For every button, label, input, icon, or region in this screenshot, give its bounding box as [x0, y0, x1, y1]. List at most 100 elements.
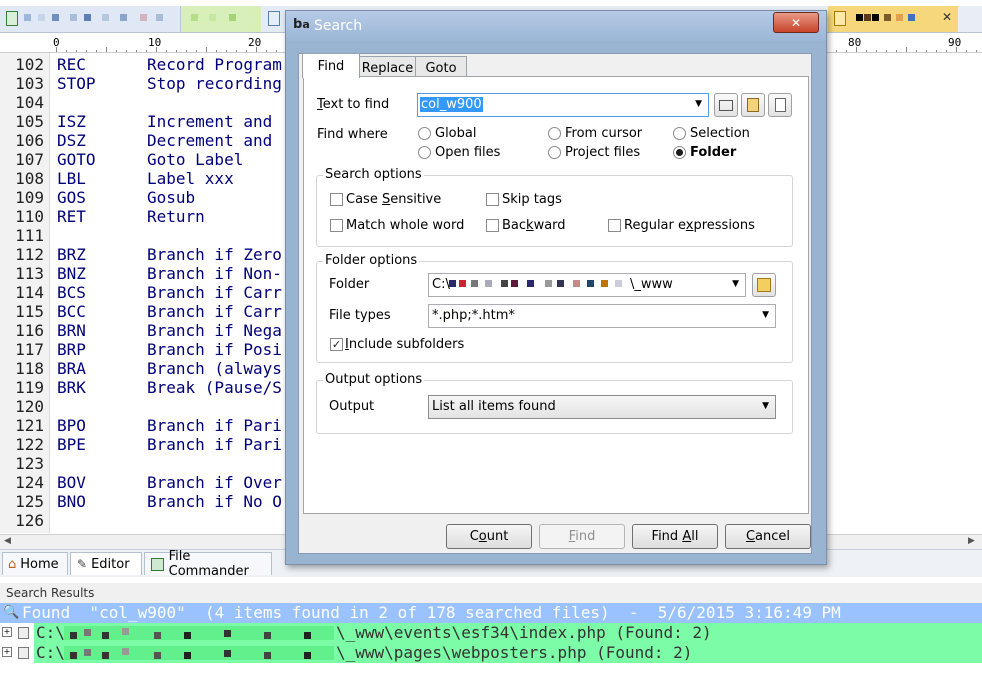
- radio-global[interactable]: [418, 127, 431, 140]
- line-number: 120: [15, 397, 44, 416]
- ruler-tick: [886, 50, 887, 52]
- search-results-summary-row[interactable]: 🔍 Found "col_w900" (4 items found in 2 o…: [0, 603, 982, 623]
- folder-label: Folder: [329, 277, 370, 292]
- document-tab[interactable]: [262, 6, 286, 32]
- document-tab[interactable]: [0, 6, 181, 32]
- radio-global-label[interactable]: Global: [435, 126, 476, 141]
- regular-expressions-label[interactable]: Regular expressions: [624, 218, 755, 233]
- ruler-tick: [146, 50, 147, 52]
- backward-label[interactable]: Backward: [502, 218, 566, 233]
- backward-checkbox[interactable]: [486, 219, 499, 232]
- close-tab-icon[interactable]: ✕: [942, 10, 952, 24]
- close-button[interactable]: ✕: [773, 12, 819, 33]
- tab-replace-label: Replace: [361, 60, 414, 76]
- redacted-folder-path: [449, 280, 629, 290]
- scroll-left-icon[interactable]: ◀: [4, 536, 11, 546]
- code-description: Branch if Pari: [147, 416, 282, 435]
- find-all-button[interactable]: Find All: [632, 524, 718, 549]
- radio-selection-label[interactable]: Selection: [690, 126, 750, 141]
- code-mnemonic: BRN: [57, 321, 86, 340]
- radio-open-files[interactable]: [418, 146, 431, 159]
- clipboard-icon: [747, 98, 759, 112]
- file-types-input[interactable]: *.php;*.htm* ▼: [428, 304, 776, 328]
- tab-home[interactable]: ⌂ Home: [2, 552, 68, 575]
- close-icon: ✕: [790, 15, 802, 30]
- folder-input[interactable]: C:\ \_www ▼: [428, 273, 746, 297]
- skip-tags-checkbox[interactable]: [486, 193, 499, 206]
- tab-home-label: Home: [20, 556, 59, 572]
- radio-selection[interactable]: [673, 127, 686, 140]
- line-number: 115: [15, 302, 44, 321]
- search-result-row[interactable]: + C:\ \_www\pages\webposters.php (Found:…: [0, 643, 982, 663]
- ruler-number: 10: [148, 36, 162, 49]
- search-summary: Found "col_w900" (4 items found in 2 of …: [22, 603, 841, 622]
- line-number: 106: [15, 131, 44, 150]
- code-mnemonic: BOV: [57, 473, 86, 492]
- document-tab-active[interactable]: ✕: [828, 6, 958, 32]
- cancel-button[interactable]: Cancel: [725, 524, 811, 549]
- include-subfolders-label[interactable]: Include subfolders: [345, 337, 464, 352]
- radio-from-cursor[interactable]: [548, 127, 561, 140]
- scroll-right-icon[interactable]: ▶: [968, 536, 975, 546]
- skip-tags-label[interactable]: Skip tags: [502, 192, 562, 207]
- tab-file-commander[interactable]: File Commander: [144, 549, 272, 579]
- ruler-tick: [276, 50, 277, 52]
- case-sensitive-checkbox[interactable]: [330, 193, 343, 206]
- ruler-tick: [196, 50, 197, 52]
- code-description: Label xxx: [147, 169, 234, 188]
- text-to-find-input[interactable]: col_w900 ▼: [417, 93, 709, 117]
- ruler-tick: [266, 50, 267, 52]
- insert-button[interactable]: [741, 93, 765, 117]
- page-icon: [774, 98, 786, 112]
- ruler-tick: [66, 50, 67, 52]
- radio-folder-label[interactable]: Folder: [690, 145, 736, 160]
- line-number: 108: [15, 169, 44, 188]
- editor-icon: ✎: [77, 557, 88, 571]
- match-whole-word-label[interactable]: Match whole word: [346, 218, 464, 233]
- dialog-body: Find Replace Goto Text to find col_w900 …: [298, 53, 812, 554]
- chevron-down-icon[interactable]: ▼: [732, 279, 739, 289]
- code-mnemonic: BRA: [57, 359, 86, 378]
- expand-icon[interactable]: +: [2, 647, 12, 657]
- code-description: Increment and: [147, 112, 273, 131]
- case-sensitive-label[interactable]: Case Sensitive: [346, 192, 441, 207]
- redacted-path: [64, 646, 334, 660]
- file-icon: [18, 647, 29, 659]
- ruler-tick: [956, 47, 957, 52]
- chevron-down-icon[interactable]: ▼: [695, 99, 702, 109]
- tab-file-commander-label: File Commander: [168, 549, 249, 579]
- tab-find-label: Find: [317, 58, 345, 74]
- radio-folder[interactable]: [673, 146, 686, 159]
- code-mnemonic: BRK: [57, 378, 86, 397]
- dialog-title-bar[interactable]: ba Search ✕: [286, 11, 826, 41]
- tab-editor[interactable]: ✎ Editor: [70, 552, 142, 575]
- document-tab[interactable]: [181, 6, 261, 32]
- tab-find[interactable]: Find: [302, 53, 360, 78]
- regular-expressions-checkbox[interactable]: [608, 219, 621, 232]
- text-to-find-label: Text to find: [317, 97, 390, 112]
- radio-project-files[interactable]: [548, 146, 561, 159]
- output-select[interactable]: List all items found ▼: [428, 395, 776, 419]
- search-results-title-bar: Search Results: [0, 583, 982, 603]
- expand-icon[interactable]: +: [2, 627, 12, 637]
- output-value: List all items found: [432, 399, 556, 414]
- find-button[interactable]: Find: [539, 524, 625, 549]
- match-whole-word-checkbox[interactable]: [330, 219, 343, 232]
- ruler-tick: [916, 50, 917, 52]
- line-number: 126: [15, 511, 44, 530]
- chevron-down-icon[interactable]: ▼: [762, 401, 769, 411]
- history-button[interactable]: [714, 93, 738, 117]
- browse-folder-button[interactable]: [752, 273, 776, 297]
- search-result-row[interactable]: + C:\ \_www\events\esf34\index.php (Foun…: [0, 623, 982, 643]
- include-subfolders-checkbox[interactable]: ✓: [330, 338, 343, 351]
- line-number: 104: [15, 93, 44, 112]
- radio-from-cursor-label[interactable]: From cursor: [565, 126, 642, 141]
- search-results-title: Search Results: [6, 586, 95, 600]
- chevron-down-icon[interactable]: ▼: [762, 310, 769, 320]
- count-button[interactable]: Count: [446, 524, 532, 549]
- new-button[interactable]: [768, 93, 792, 117]
- radio-open-files-label[interactable]: Open files: [435, 145, 500, 160]
- radio-project-files-label[interactable]: Project files: [565, 145, 640, 160]
- app-icon: ba: [293, 17, 310, 32]
- ruler-number: 90: [948, 36, 962, 49]
